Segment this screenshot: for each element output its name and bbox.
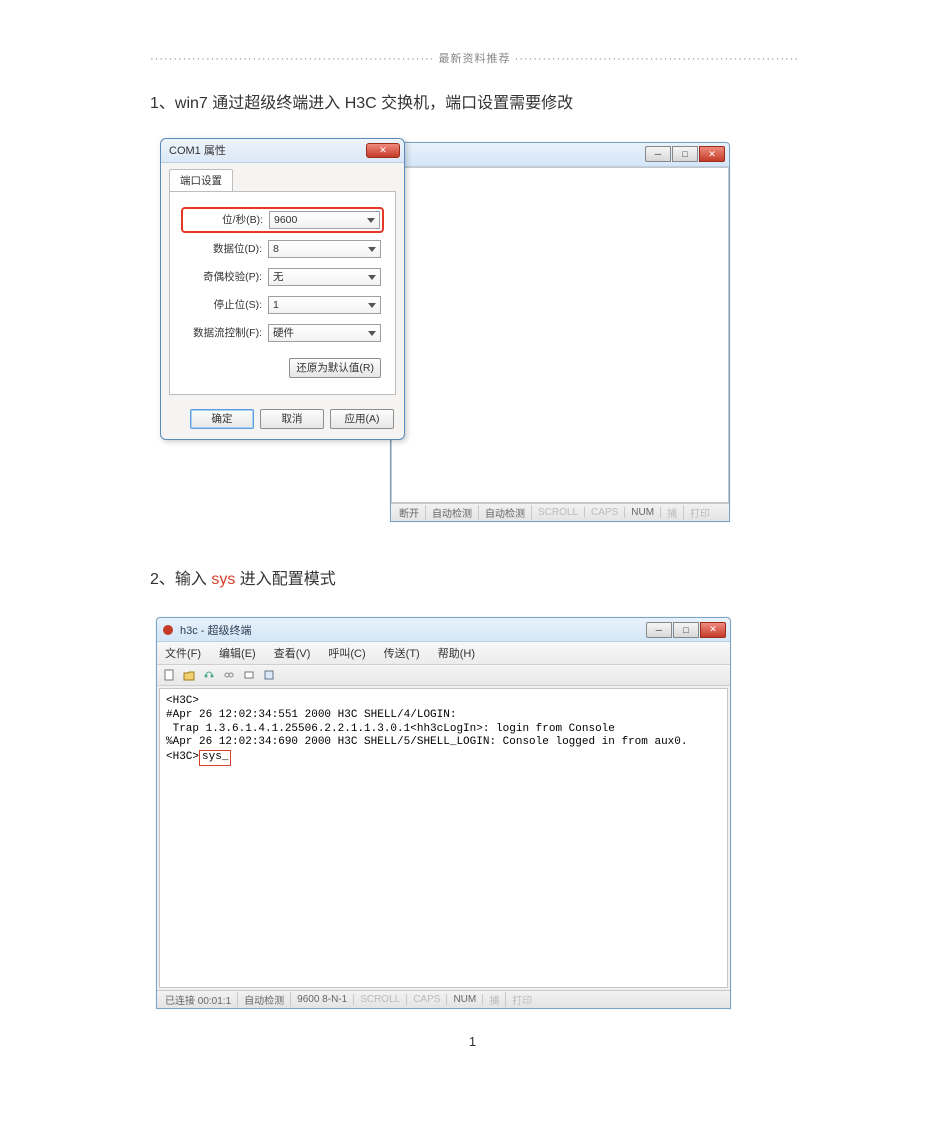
menu-bar: 文件(F) 编辑(E) 查看(V) 呼叫(C) 传送(T) 帮助(H) — [157, 642, 730, 665]
host-client-area — [391, 167, 729, 503]
dialog-close-button[interactable]: ✕ — [366, 143, 400, 158]
status-cell: 自动检测 — [238, 992, 291, 1007]
combo-parity[interactable]: 无 — [268, 268, 381, 286]
sys-command-highlight: sys_ — [199, 750, 231, 766]
combo-bps[interactable]: 9600 — [269, 211, 380, 229]
terminal-titlebar: h3c - 超级终端 ─ □ ✕ — [157, 618, 730, 642]
status-cell: 9600 8-N-1 — [291, 994, 354, 1005]
status-cell: 已连接 00:01:1 — [159, 992, 238, 1007]
status-cell: SCROLL — [532, 507, 585, 518]
step2-heading: 2、输入 sys 进入配置模式 — [150, 567, 795, 593]
status-cell: NUM — [447, 994, 483, 1005]
maximize-button[interactable]: □ — [673, 622, 699, 638]
label-parity: 奇偶校验(P): — [184, 269, 262, 284]
dialog-title: COM1 属性 — [165, 142, 366, 158]
field-stopbits: 停止位(S): 1 — [184, 296, 381, 314]
field-parity: 奇偶校验(P): 无 — [184, 268, 381, 286]
label-stopbits: 停止位(S): — [184, 297, 262, 312]
disconnect-icon[interactable] — [221, 667, 237, 683]
terminal-output[interactable]: <H3C> #Apr 26 12:02:34:551 2000 H3C SHEL… — [159, 688, 728, 988]
combo-databits[interactable]: 8 — [268, 240, 381, 258]
status-cell: CAPS — [585, 507, 625, 518]
minimize-button[interactable]: ─ — [645, 146, 671, 162]
step1-figure: ─ □ ✕ 断开 自动检测 自动检测 SCROLL CAPS NUM 捕 打印 … — [160, 142, 730, 522]
terminal-title: h3c - 超级终端 — [180, 622, 646, 638]
com1-properties-dialog: COM1 属性 ✕ 端口设置 位/秒(B): 9600 数据位(D): 8 — [160, 138, 405, 440]
restore-defaults-button[interactable]: 还原为默认值(R) — [289, 358, 381, 378]
dialog-tabs: 端口设置 — [161, 163, 404, 191]
open-icon[interactable] — [181, 667, 197, 683]
properties-icon[interactable] — [261, 667, 277, 683]
host-titlebar: ─ □ ✕ — [391, 143, 729, 167]
status-cell: SCROLL — [354, 994, 407, 1005]
status-cell: 捕 — [483, 992, 506, 1007]
label-databits: 数据位(D): — [184, 241, 262, 256]
menu-edit[interactable]: 编辑(E) — [215, 644, 260, 662]
page-header: ········································… — [150, 50, 795, 66]
combo-flowcontrol[interactable]: 硬件 — [268, 324, 381, 342]
combo-stopbits[interactable]: 1 — [268, 296, 381, 314]
page-number: 1 — [150, 1034, 795, 1049]
status-cell: 打印 — [684, 505, 716, 520]
field-bps: 位/秒(B): 9600 — [184, 210, 381, 230]
connect-icon[interactable] — [201, 667, 217, 683]
maximize-button[interactable]: □ — [672, 146, 698, 162]
new-icon[interactable] — [161, 667, 177, 683]
terminal-window: h3c - 超级终端 ─ □ ✕ 文件(F) 编辑(E) 查看(V) 呼叫(C)… — [156, 617, 731, 1009]
cancel-button[interactable]: 取消 — [260, 409, 324, 429]
menu-file[interactable]: 文件(F) — [161, 644, 205, 662]
status-cell: 自动检测 — [426, 505, 479, 520]
menu-transfer[interactable]: 传送(T) — [380, 644, 424, 662]
terminal-status-bar: 已连接 00:01:1 自动检测 9600 8-N-1 SCROLL CAPS … — [157, 990, 730, 1008]
app-icon — [161, 623, 175, 637]
status-cell: CAPS — [407, 994, 447, 1005]
host-status-bar: 断开 自动检测 自动检测 SCROLL CAPS NUM 捕 打印 — [391, 503, 729, 521]
status-cell: NUM — [625, 507, 661, 518]
label-flowcontrol: 数据流控制(F): — [184, 325, 262, 340]
minimize-button[interactable]: ─ — [646, 622, 672, 638]
label-bps: 位/秒(B): — [185, 212, 263, 227]
ok-button[interactable]: 确定 — [190, 409, 254, 429]
dialog-body: 位/秒(B): 9600 数据位(D): 8 奇偶校验(P): 无 停止位(S)… — [169, 191, 396, 395]
tab-port-settings[interactable]: 端口设置 — [169, 169, 233, 191]
apply-button[interactable]: 应用(A) — [330, 409, 394, 429]
menu-view[interactable]: 查看(V) — [270, 644, 315, 662]
close-button[interactable]: ✕ — [700, 622, 726, 638]
menu-call[interactable]: 呼叫(C) — [324, 644, 369, 662]
send-icon[interactable] — [241, 667, 257, 683]
dialog-button-row: 确定 取消 应用(A) — [161, 403, 404, 439]
field-flowcontrol: 数据流控制(F): 硬件 — [184, 324, 381, 342]
close-button[interactable]: ✕ — [699, 146, 725, 162]
field-databits: 数据位(D): 8 — [184, 240, 381, 258]
step1-heading: 1、win7 通过超级终端进入 H3C 交换机，端口设置需要修改 — [150, 91, 795, 117]
status-cell: 捕 — [661, 505, 684, 520]
dialog-titlebar: COM1 属性 ✕ — [161, 139, 404, 163]
tool-bar — [157, 665, 730, 686]
host-window: ─ □ ✕ 断开 自动检测 自动检测 SCROLL CAPS NUM 捕 打印 — [390, 142, 730, 522]
status-cell: 打印 — [506, 992, 538, 1007]
status-cell: 断开 — [393, 505, 426, 520]
status-cell: 自动检测 — [479, 505, 532, 520]
menu-help[interactable]: 帮助(H) — [434, 644, 479, 662]
